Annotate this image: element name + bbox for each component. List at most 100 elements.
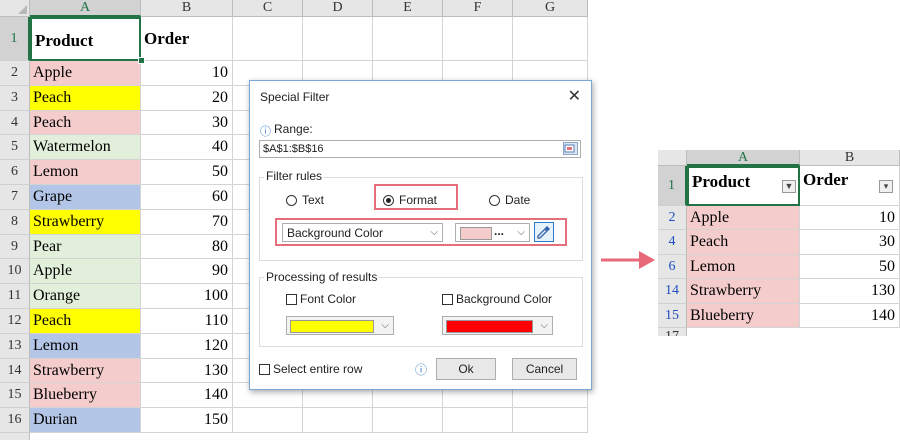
column-header-g[interactable]: G: [513, 0, 588, 17]
product-cell[interactable]: Lemon: [30, 160, 141, 185]
row-header[interactable]: 13: [0, 333, 30, 359]
empty-cell[interactable]: [443, 17, 513, 61]
r-row-header[interactable]: 2: [658, 206, 687, 231]
background-color-checkbox[interactable]: Background Color: [442, 292, 552, 306]
info-icon[interactable]: ⓘ: [415, 361, 427, 378]
row-header[interactable]: 2: [0, 61, 30, 86]
column-header-e[interactable]: E: [373, 0, 443, 17]
r-order-cell[interactable]: 50: [800, 254, 900, 280]
order-cell[interactable]: 90: [141, 259, 233, 285]
order-cell[interactable]: 70: [141, 209, 233, 235]
select-entire-row-checkbox[interactable]: Select entire row: [259, 362, 362, 376]
column-header-b[interactable]: B: [141, 0, 233, 17]
order-cell[interactable]: 150: [141, 408, 233, 433]
product-cell[interactable]: Watermelon: [30, 135, 141, 161]
font-color-dropdown[interactable]: ⌵: [286, 316, 394, 335]
order-cell[interactable]: 10: [141, 61, 233, 86]
format-type-dropdown[interactable]: Background Color ⌵: [282, 223, 443, 242]
order-cell[interactable]: 30: [141, 110, 233, 136]
row-header[interactable]: 12: [0, 309, 30, 334]
row-header[interactable]: 6: [0, 160, 30, 185]
row-header-1[interactable]: 1: [0, 17, 30, 61]
product-cell[interactable]: Blueberry: [30, 383, 141, 409]
r-column-header-b[interactable]: B: [800, 150, 900, 166]
order-cell[interactable]: 120: [141, 333, 233, 359]
row-header[interactable]: 3: [0, 85, 30, 111]
header-cell-order[interactable]: Order: [141, 17, 233, 61]
empty-cell[interactable]: [233, 17, 303, 61]
empty-cell[interactable]: [373, 408, 443, 433]
product-cell[interactable]: Durian: [30, 408, 141, 433]
ok-button[interactable]: Ok: [436, 358, 496, 380]
header-cell-product[interactable]: Product: [30, 17, 141, 61]
r-product-cell[interactable]: Apple: [687, 206, 800, 231]
filter-applied-icon[interactable]: ▼: [782, 180, 796, 193]
column-header-f[interactable]: F: [443, 0, 513, 17]
r-row-header[interactable]: 15: [658, 303, 687, 328]
order-cell[interactable]: 140: [141, 383, 233, 409]
column-header-c[interactable]: C: [233, 0, 303, 17]
r-product-cell[interactable]: Peach: [687, 230, 800, 255]
fill-handle[interactable]: [138, 57, 145, 64]
empty-cell[interactable]: [303, 408, 373, 433]
empty-cell[interactable]: [513, 408, 588, 433]
eyedropper-icon[interactable]: [534, 222, 554, 242]
product-cell[interactable]: Grape: [30, 185, 141, 210]
product-cell[interactable]: Apple: [30, 61, 141, 86]
r-product-cell[interactable]: Lemon: [687, 254, 800, 280]
row-header[interactable]: 11: [0, 284, 30, 309]
order-cell[interactable]: 40: [141, 135, 233, 161]
r-product-cell[interactable]: Strawberry: [687, 279, 800, 304]
row-header[interactable]: 7: [0, 185, 30, 210]
order-cell[interactable]: 130: [141, 358, 233, 384]
range-select-icon[interactable]: [563, 142, 578, 155]
empty-cell[interactable]: [373, 17, 443, 61]
font-color-checkbox[interactable]: Font Color: [286, 292, 356, 306]
select-all-corner[interactable]: [0, 0, 30, 17]
row-header[interactable]: 15: [0, 383, 30, 409]
r-order-cell[interactable]: 10: [800, 206, 900, 231]
filter-dropdown-icon[interactable]: ▾: [879, 180, 893, 193]
r-row-header-1[interactable]: 1: [658, 166, 687, 206]
row-header[interactable]: 9: [0, 234, 30, 260]
r-order-cell[interactable]: 30: [800, 230, 900, 255]
radio-text[interactable]: Text: [286, 193, 324, 207]
close-icon[interactable]: ✕: [568, 86, 581, 106]
select-all-corner[interactable]: [658, 150, 687, 166]
order-cell[interactable]: 60: [141, 185, 233, 210]
row-header[interactable]: 14: [0, 358, 30, 384]
r-order-cell[interactable]: 140: [800, 303, 900, 328]
order-cell[interactable]: 50: [141, 160, 233, 185]
order-cell[interactable]: 100: [141, 284, 233, 309]
order-cell[interactable]: 20: [141, 85, 233, 111]
row-header[interactable]: 5: [0, 135, 30, 161]
product-cell[interactable]: Lemon: [30, 333, 141, 359]
product-cell[interactable]: Strawberry: [30, 209, 141, 235]
product-cell[interactable]: Peach: [30, 85, 141, 111]
r-order-cell[interactable]: 130: [800, 279, 900, 304]
bg-color-dropdown[interactable]: ⌵: [442, 316, 553, 335]
product-cell[interactable]: Peach: [30, 110, 141, 136]
row-header[interactable]: 16: [0, 408, 30, 433]
product-cell[interactable]: Pear: [30, 234, 141, 260]
r-column-header-a[interactable]: A: [687, 150, 800, 166]
row-header[interactable]: 4: [0, 110, 30, 136]
row-header[interactable]: 10: [0, 259, 30, 285]
row-header[interactable]: 8: [0, 209, 30, 235]
r-row-header[interactable]: 6: [658, 254, 687, 280]
color-picker-dropdown[interactable]: ... ⌵: [455, 223, 530, 242]
empty-cell[interactable]: [303, 17, 373, 61]
order-cell[interactable]: 80: [141, 234, 233, 260]
empty-cell[interactable]: [443, 408, 513, 433]
r-row-header[interactable]: 14: [658, 279, 687, 304]
product-cell[interactable]: Apple: [30, 259, 141, 285]
product-cell[interactable]: Peach: [30, 309, 141, 334]
column-header-d[interactable]: D: [303, 0, 373, 17]
range-input[interactable]: $A$1:$B$16: [259, 140, 581, 158]
radio-date[interactable]: Date: [489, 193, 530, 207]
empty-cell[interactable]: [513, 17, 588, 61]
product-cell[interactable]: Strawberry: [30, 358, 141, 384]
r-row-header[interactable]: 4: [658, 230, 687, 255]
product-cell[interactable]: Orange: [30, 284, 141, 309]
empty-cell[interactable]: [233, 408, 303, 433]
